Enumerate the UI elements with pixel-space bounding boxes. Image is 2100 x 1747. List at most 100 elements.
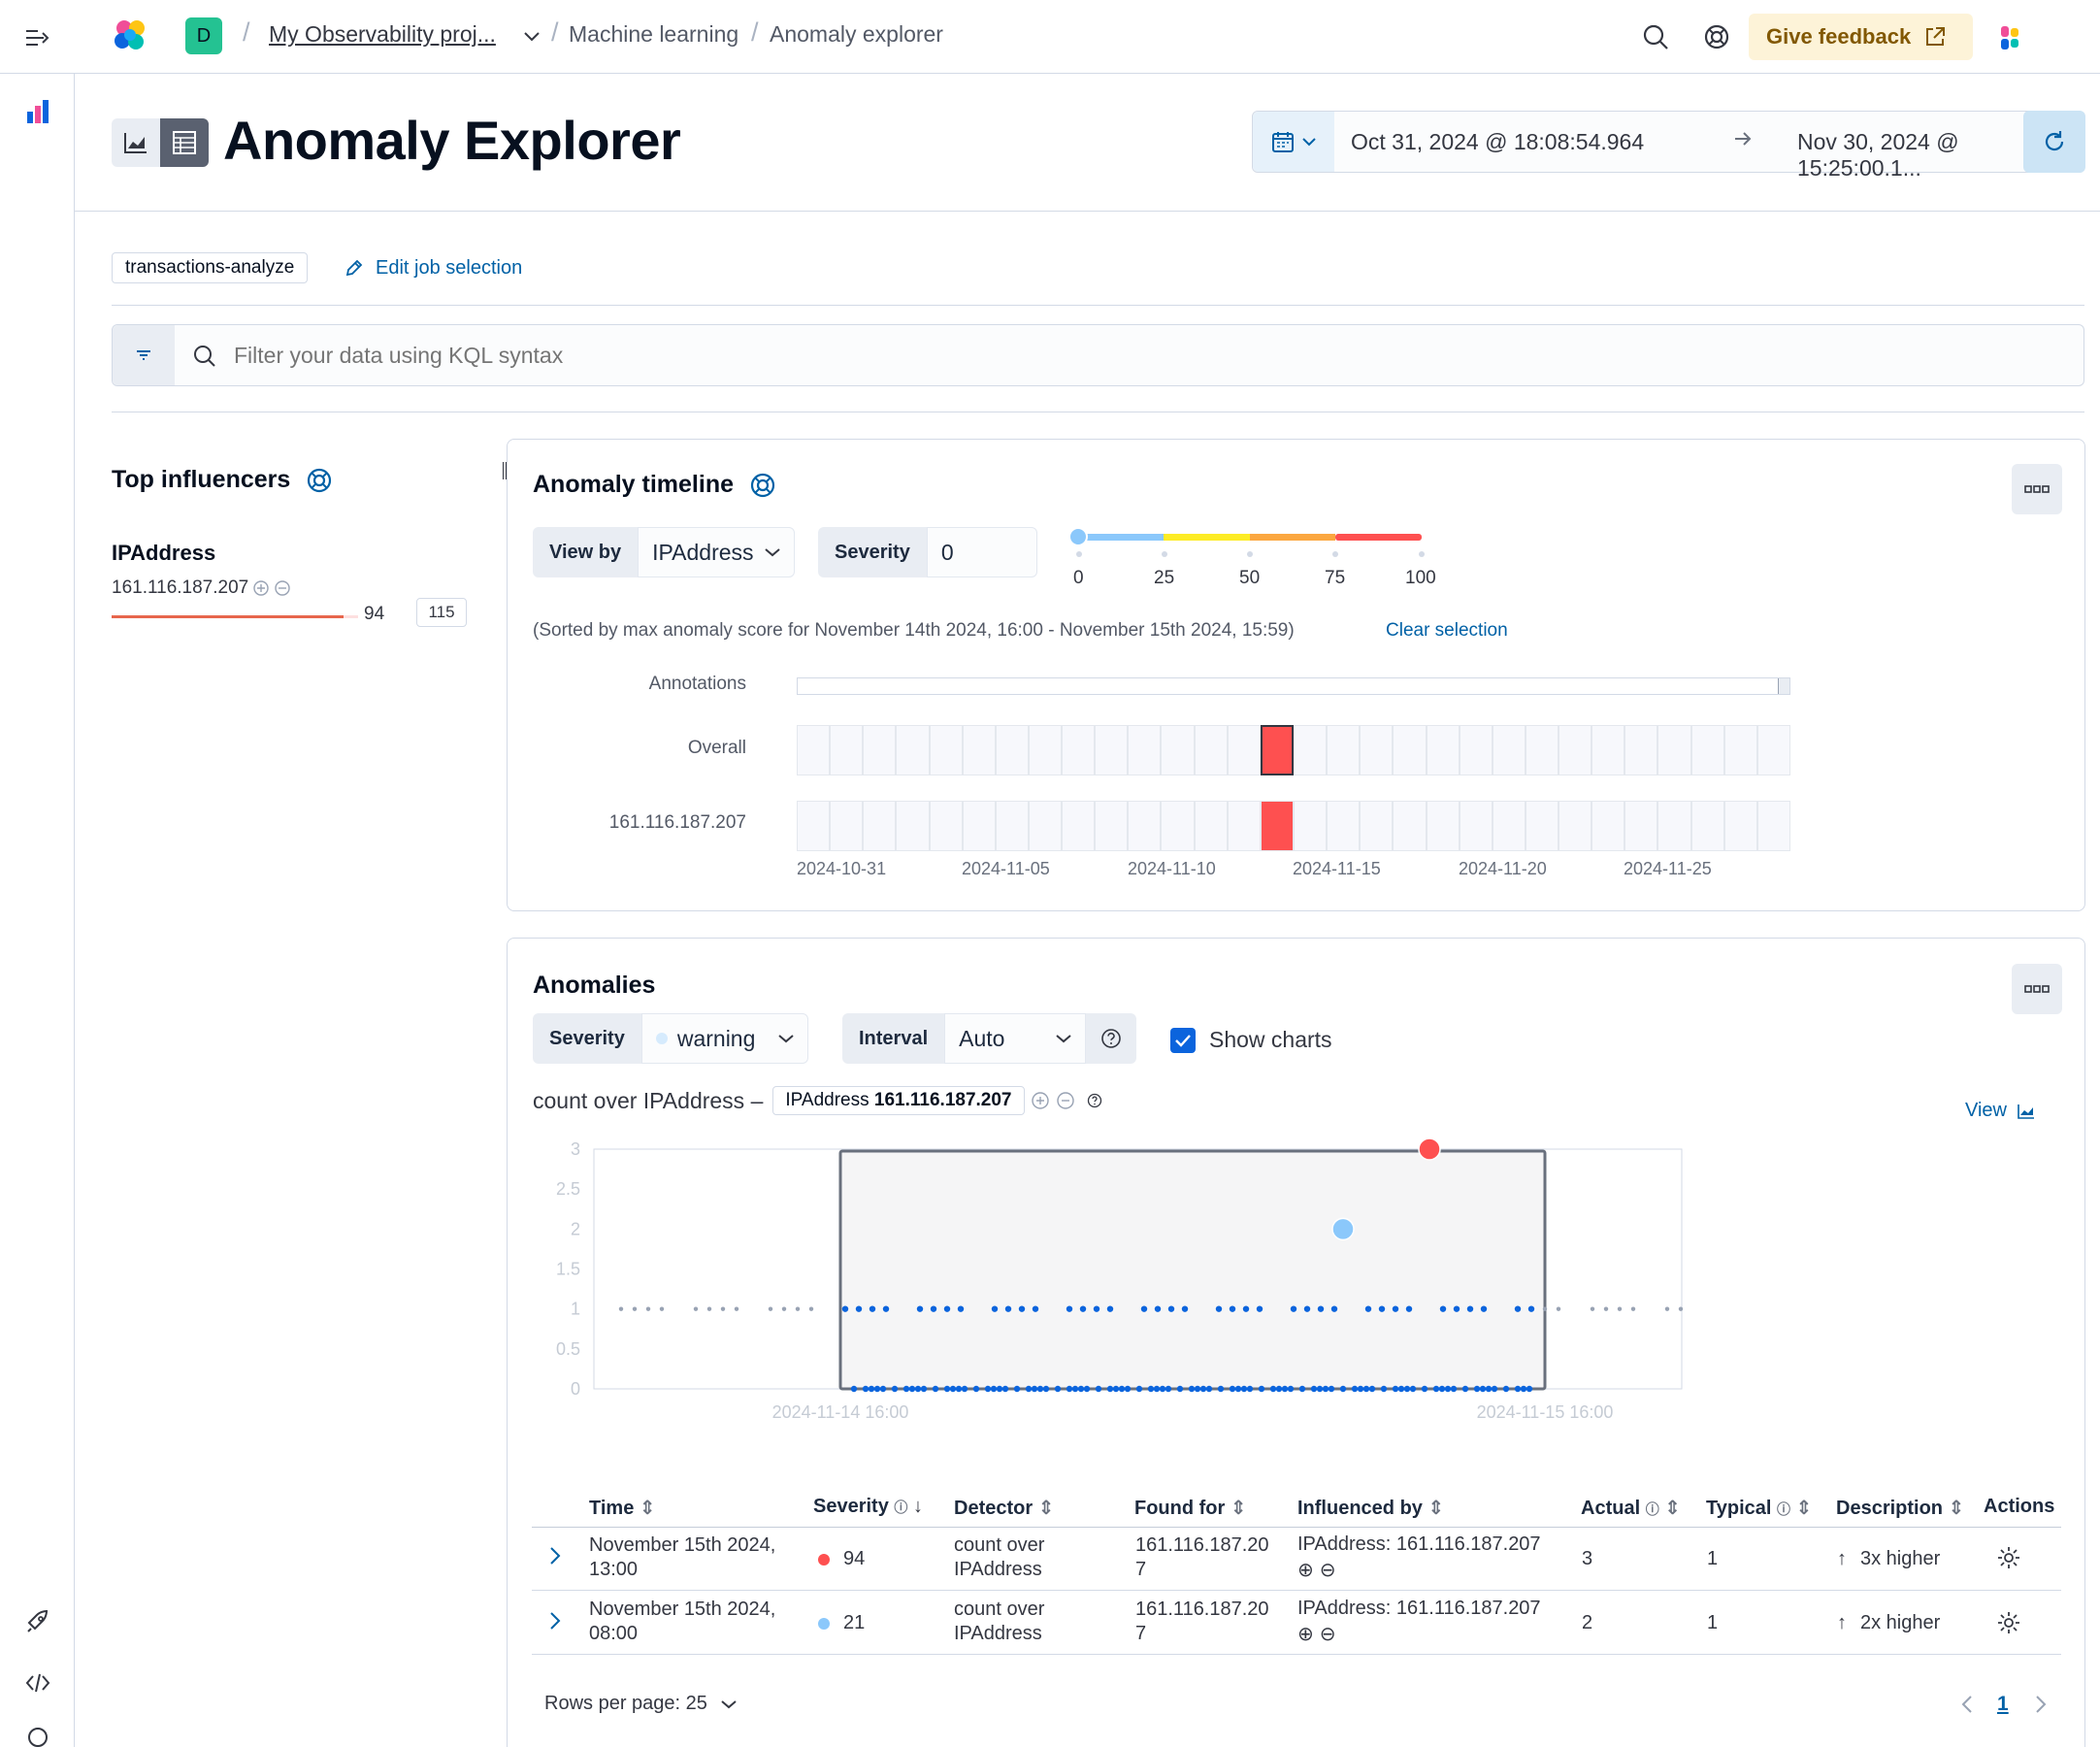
- swimlane-cell[interactable]: [1756, 725, 1790, 775]
- swimlane-cell[interactable]: [1559, 725, 1592, 775]
- pagination-page[interactable]: 1: [1997, 1693, 2009, 1716]
- swimlane-cell[interactable]: [1657, 801, 1691, 851]
- swimlane-cell[interactable]: [1327, 725, 1361, 775]
- filter-out-icon[interactable]: ⊖: [1320, 1623, 1336, 1647]
- filter-in-icon[interactable]: ⊕: [1297, 1623, 1314, 1647]
- swimlane-cell[interactable]: [1690, 801, 1724, 851]
- overall-swimlane[interactable]: [797, 725, 1790, 775]
- swimlane-cell[interactable]: [1591, 801, 1625, 851]
- swimlane-cell[interactable]: [797, 725, 831, 775]
- date-picker[interactable]: Oct 31, 2024 @ 18:08:54.964 Nov 30, 2024…: [1252, 111, 2084, 181]
- swimlane-cell[interactable]: [1559, 801, 1592, 851]
- filter-menu-button[interactable]: [113, 325, 175, 385]
- gear-icon[interactable]: [1996, 1610, 2021, 1640]
- swimlane-cell[interactable]: [1492, 725, 1526, 775]
- swimlane-cell[interactable]: [896, 725, 930, 775]
- breadcrumb-machine-learning[interactable]: Machine learning: [569, 21, 738, 48]
- swimlane-cell-anomaly[interactable]: [1260, 801, 1294, 851]
- chart-info-icon[interactable]: [1087, 1093, 1102, 1108]
- expand-row-icon[interactable]: [548, 1610, 562, 1636]
- chevron-down-icon[interactable]: [520, 25, 543, 49]
- anomalies-options-button[interactable]: [2012, 964, 2062, 1014]
- filter-out-icon[interactable]: [1056, 1091, 1075, 1110]
- swimlane-cell-anomaly[interactable]: [1260, 725, 1294, 775]
- quick-select-button[interactable]: [1253, 112, 1334, 172]
- pagination-prev-icon[interactable]: [1960, 1694, 1974, 1720]
- swimlane-cell[interactable]: [1194, 725, 1228, 775]
- swimlane-cell[interactable]: [1459, 801, 1493, 851]
- swimlane-cell[interactable]: [929, 801, 963, 851]
- code-icon[interactable]: [21, 1666, 54, 1699]
- swimlane-cell[interactable]: [1624, 725, 1658, 775]
- swimlane-cell[interactable]: [830, 801, 864, 851]
- swimlane-cell[interactable]: [1525, 725, 1559, 775]
- column-header-actual[interactable]: Actual ⓘ ⇕: [1581, 1496, 1681, 1520]
- column-header-typical[interactable]: Typical ⓘ ⇕: [1706, 1496, 1812, 1520]
- swimlane-cell[interactable]: [1756, 801, 1790, 851]
- swimlane-cell[interactable]: [1128, 801, 1162, 851]
- help-icon[interactable]: [1699, 19, 1734, 54]
- ip-swimlane[interactable]: [797, 801, 1790, 851]
- clear-selection-link[interactable]: Clear selection: [1386, 620, 1508, 642]
- swimlane-cell[interactable]: [1492, 801, 1526, 851]
- show-charts-checkbox[interactable]: Show charts: [1170, 1027, 1332, 1053]
- date-start[interactable]: Oct 31, 2024 @ 18:08:54.964: [1351, 129, 1644, 155]
- swimlane-cell[interactable]: [863, 725, 897, 775]
- pagination-next-icon[interactable]: [2034, 1694, 2048, 1720]
- swimlane-cell[interactable]: [1723, 725, 1757, 775]
- anomaly-chart[interactable]: 0 0.5 1 1.5 2 2.5 3 2024-11-14 16:00 2024-11-15 …: [508, 1133, 2060, 1443]
- severity-value-box[interactable]: warning: [640, 1013, 808, 1064]
- swimlane-cell[interactable]: [1161, 725, 1195, 775]
- swimlane-cell[interactable]: [1657, 725, 1691, 775]
- timeline-options-button[interactable]: [2012, 464, 2062, 514]
- interval-value-box[interactable]: Auto: [944, 1013, 1087, 1064]
- filter-in-icon[interactable]: [1031, 1091, 1050, 1110]
- swimlane-cell[interactable]: [1393, 801, 1427, 851]
- severity-value[interactable]: 0: [926, 527, 1037, 577]
- kql-query-input[interactable]: [234, 337, 2058, 374]
- swimlane-cell[interactable]: [1426, 725, 1460, 775]
- swimlane-cell[interactable]: [1723, 801, 1757, 851]
- swimlane-cell[interactable]: [830, 725, 864, 775]
- help-icon[interactable]: [306, 467, 333, 494]
- refresh-button[interactable]: [2023, 111, 2085, 173]
- swimlane-cell[interactable]: [1690, 725, 1724, 775]
- column-header-severity[interactable]: Severity ⓘ ↓: [813, 1496, 923, 1518]
- swimlane-cell[interactable]: [1426, 801, 1460, 851]
- chart-view-toggle[interactable]: [112, 118, 160, 167]
- ml-app-icon[interactable]: [19, 93, 56, 130]
- table-view-toggle[interactable]: [160, 118, 209, 167]
- column-header-found-for[interactable]: Found for ⇕: [1134, 1496, 1247, 1520]
- column-header-time[interactable]: Time ⇕: [589, 1496, 656, 1520]
- swimlane-cell[interactable]: [1028, 801, 1063, 851]
- filter-in-icon[interactable]: ⊕: [1297, 1559, 1314, 1583]
- search-icon[interactable]: [1638, 19, 1673, 54]
- project-avatar[interactable]: D: [185, 17, 222, 54]
- interval-select[interactable]: Interval Auto: [842, 1013, 1137, 1064]
- elastic-logo-icon[interactable]: [111, 16, 149, 54]
- severity-threshold-field[interactable]: Severity 0: [818, 527, 1037, 577]
- swimlane-cell[interactable]: [1227, 801, 1261, 851]
- swimlane-cell[interactable]: [1459, 725, 1493, 775]
- breadcrumb-project[interactable]: My Observability proj...: [269, 21, 496, 48]
- swimlane-cell[interactable]: [1360, 725, 1394, 775]
- view-series-link[interactable]: View: [1965, 1100, 2036, 1122]
- give-feedback-button[interactable]: Give feedback: [1749, 14, 1973, 60]
- column-header-influenced-by[interactable]: Influenced by ⇕: [1297, 1496, 1444, 1520]
- swimlane-cell[interactable]: [1525, 801, 1559, 851]
- column-header-detector[interactable]: Detector ⇕: [954, 1496, 1054, 1520]
- swimlane-cell[interactable]: [962, 801, 996, 851]
- filter-out-icon[interactable]: ⊖: [1320, 1559, 1336, 1583]
- view-by-value-box[interactable]: IPAddress: [638, 527, 796, 577]
- expand-row-icon[interactable]: [548, 1545, 562, 1571]
- swimlane-cell[interactable]: [797, 801, 831, 851]
- swimlane-cell[interactable]: [1095, 801, 1129, 851]
- help-icon[interactable]: [749, 472, 776, 499]
- swimlane-cell[interactable]: [1294, 801, 1328, 851]
- rows-per-page-button[interactable]: Rows per page: 25: [544, 1693, 737, 1715]
- swimlane-cell[interactable]: [962, 725, 996, 775]
- swimlane-cell[interactable]: [1095, 725, 1129, 775]
- interval-help-icon[interactable]: [1086, 1013, 1137, 1064]
- apps-icon[interactable]: [1994, 21, 2027, 54]
- menu-toggle-icon[interactable]: [21, 21, 54, 54]
